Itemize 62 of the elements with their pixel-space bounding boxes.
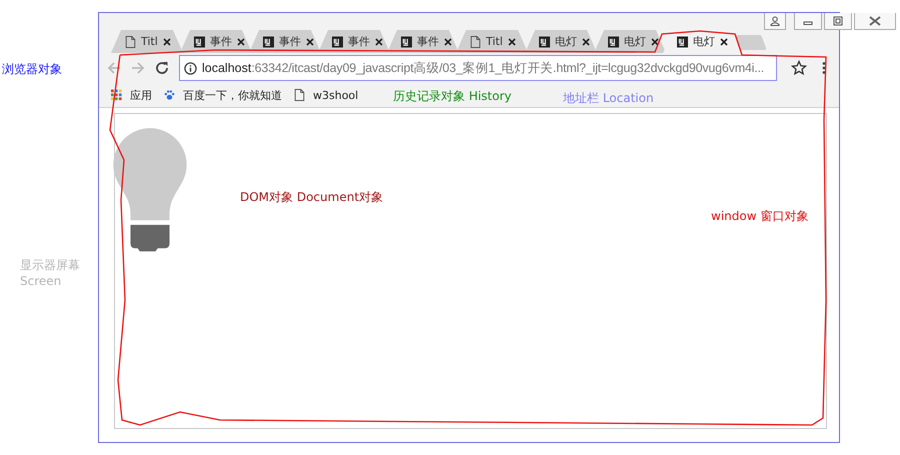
tab-title: 电灯 [624, 34, 646, 49]
app-icon [263, 36, 274, 48]
back-icon[interactable] [107, 61, 121, 75]
close-icon[interactable] [444, 38, 452, 46]
page-icon [470, 36, 481, 48]
new-tab-button[interactable] [735, 35, 767, 50]
tab-title: 事件 [348, 34, 370, 49]
annotation-label: 浏览器对象 [2, 61, 62, 77]
maximize-button[interactable] [824, 13, 852, 30]
app-icon [332, 36, 343, 48]
annotation-label: 地址栏 Location [563, 90, 654, 106]
close-icon[interactable] [508, 38, 516, 46]
apps-icon [111, 89, 122, 101]
annotation-label: DOM对象 Document对象 [240, 189, 384, 205]
close-icon[interactable] [237, 38, 245, 46]
tab-title: 事件 [210, 34, 232, 49]
profile-button[interactable] [764, 13, 786, 30]
app-icon [401, 36, 412, 48]
annotation-label: window 窗口对象 [711, 208, 808, 224]
browser-tab[interactable]: 电灯 [525, 30, 597, 53]
close-icon[interactable] [582, 38, 590, 46]
browser-tab[interactable]: Titl [111, 30, 183, 53]
browser-tab[interactable]: Titl [456, 30, 528, 53]
close-icon[interactable] [306, 38, 314, 46]
page-icon [294, 89, 305, 101]
app-icon [677, 36, 688, 48]
star-icon[interactable] [791, 60, 807, 76]
address-field[interactable]: localhost:63342/itcast/day09_javascript高级/03_案例1_电灯开关.html?_ijt=lcgug32dvckgd90vug6vm4i... [179, 55, 777, 81]
browser-tab[interactable]: 事件 [249, 30, 321, 53]
tab-title: 电灯 [555, 34, 577, 49]
browser-tab[interactable]: 事件 [318, 30, 390, 53]
app-icon [194, 36, 205, 48]
close-icon [869, 16, 881, 26]
annotation-label: 历史记录对象 History [393, 88, 512, 104]
tab-title: Titl [486, 35, 503, 48]
annotation-label: 显示器屏幕 Screen [20, 257, 80, 289]
info-icon [184, 62, 197, 74]
url-path: :63342/itcast/day09_javascript高级/03_案例1_电灯开关.html?_ijt=lcgug32dvckgd90vug6vm4i... [251, 60, 764, 76]
bookmark-link[interactable]: 应用 [111, 88, 152, 102]
maximize-icon [833, 16, 843, 26]
tab-title: Titl [141, 35, 158, 48]
browser-tab[interactable]: 事件 [180, 30, 252, 53]
tab-title: 电灯 [693, 34, 715, 49]
close-icon[interactable] [375, 38, 383, 46]
person-icon [770, 16, 780, 26]
tab-title: 事件 [417, 34, 439, 49]
browser-tab[interactable]: 事件 [387, 30, 459, 53]
reload-icon[interactable] [155, 61, 169, 75]
close-icon[interactable] [651, 38, 659, 46]
page-icon [125, 36, 136, 48]
url-host: localhost [202, 61, 252, 75]
bookmark-link[interactable]: w3shool [294, 88, 358, 102]
close-icon[interactable] [720, 38, 728, 46]
bookmark-link[interactable]: 百度一下，你就知道 [164, 88, 282, 102]
paw-icon [164, 89, 175, 101]
close-icon[interactable] [163, 38, 171, 46]
browser-tab[interactable]: 电灯 [594, 30, 666, 53]
tab-title: 事件 [279, 34, 301, 49]
close-button[interactable] [854, 13, 896, 30]
app-icon [539, 36, 550, 48]
minimize-button[interactable] [794, 13, 822, 30]
app-icon [608, 36, 619, 48]
